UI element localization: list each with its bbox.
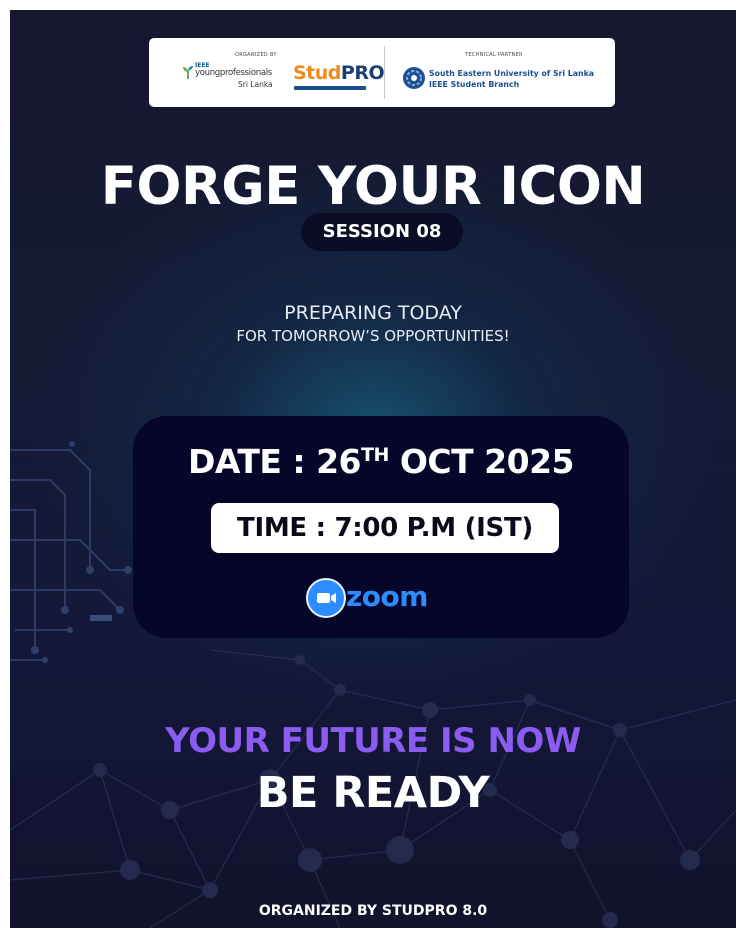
slogan-line1: YOUR FUTURE IS NOW [165,721,581,761]
young-professionals-label: youngprofessionals [195,68,272,78]
session-badge: SESSION 08 [301,213,463,251]
sprout-icon [183,66,193,79]
studpro-underline [294,86,366,90]
event-date-ordinal: TH [361,444,389,466]
event-poster: ORGANIZED BY IEEE youngprofessionals Sri… [10,10,736,928]
zoom-wordmark: zoom [346,580,428,613]
technical-partner-label: TECHNICAL PARTNER [465,52,523,58]
studpro-logo-pro: PRO [340,62,385,84]
event-details-box: DATE : 26TH OCT 2025 TIME : 7:00 P.M (IS… [133,416,629,638]
partner-name-line2: IEEE Student Branch [429,80,520,89]
partner-name: South Eastern University of Sri Lanka IE… [429,68,594,90]
organizer-footer: ORGANIZED BY STUDPRO 8.0 [258,903,488,919]
zoom-camera-icon [306,578,346,618]
tagline-line1: PREPARING TODAY [284,302,462,324]
event-time: TIME : 7:00 P.M (IST) [211,503,559,553]
event-date: DATE : 26TH OCT 2025 [133,442,629,481]
tagline-line2: FOR TOMORROW’S OPPORTUNITIES! [236,327,510,345]
seu-emblem-icon [403,67,425,89]
poster-title: FORGE YOUR ICON [100,156,646,217]
logo-divider [384,46,385,99]
sponsor-logo-bar: ORGANIZED BY IEEE youngprofessionals Sri… [149,38,615,107]
event-date-rest: OCT 2025 [388,442,575,481]
event-date-prefix: DATE : 26 [187,442,362,481]
partner-name-line1: South Eastern University of Sri Lanka [429,69,595,78]
organized-by-label: ORGANIZED BY [235,52,277,58]
studpro-logo: StudPRO [293,62,385,84]
studpro-logo-stud: Stud [293,62,341,84]
slogan-line2: BE READY [256,768,490,818]
sri-lanka-label: Sri Lanka [238,80,273,89]
